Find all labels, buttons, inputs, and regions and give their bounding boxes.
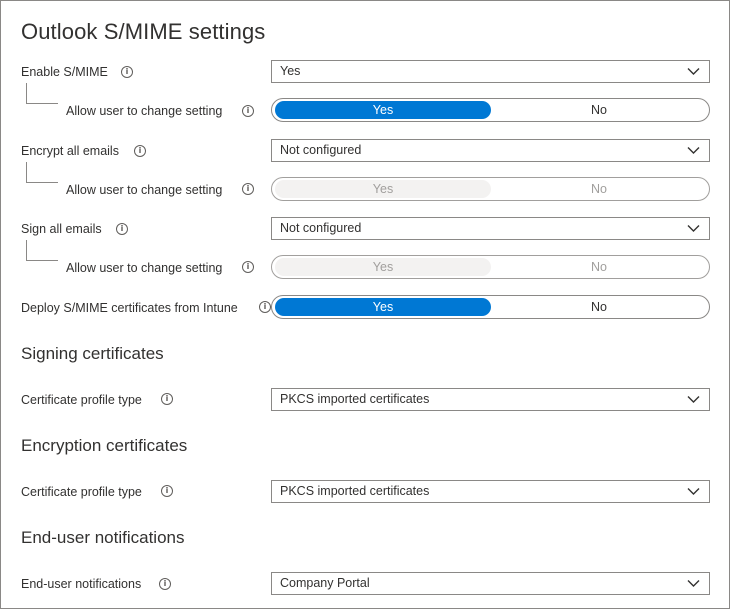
encryption-profile-label: Certificate profile type	[21, 485, 142, 499]
encrypt-all-dropdown[interactable]: Not configured	[271, 139, 710, 162]
deploy-certificates-toggle[interactable]: Yes No	[271, 295, 710, 319]
sign-all-value: Not configured	[280, 221, 362, 235]
info-icon[interactable]: i	[121, 66, 133, 78]
toggle-no-option: No	[591, 260, 607, 274]
deploy-certificates-label: Deploy S/MIME certificates from Intune	[21, 301, 238, 315]
toggle-yes-option[interactable]: Yes	[275, 101, 491, 119]
encrypt-allow-toggle: Yes No	[271, 177, 710, 201]
end-user-notifications-value: Company Portal	[280, 576, 370, 590]
sign-all-label: Sign all emails	[21, 222, 102, 236]
signing-certificates-heading: Signing certificates	[21, 344, 164, 363]
tree-connector	[26, 103, 58, 104]
enable-smime-label: Enable S/MIME	[21, 65, 108, 79]
settings-panel: Outlook S/MIME settings Enable S/MIME i …	[0, 0, 730, 609]
info-icon[interactable]: i	[259, 301, 271, 313]
info-icon[interactable]: i	[159, 578, 171, 590]
sign-all-dropdown[interactable]: Not configured	[271, 217, 710, 240]
tree-connector	[26, 260, 58, 261]
chevron-down-icon	[687, 225, 700, 232]
chevron-down-icon	[687, 488, 700, 495]
chevron-down-icon	[687, 68, 700, 75]
enable-allow-label: Allow user to change setting	[66, 104, 223, 118]
encryption-certificates-heading: Encryption certificates	[21, 436, 188, 455]
page-title: Outlook S/MIME settings	[21, 19, 266, 44]
tree-connector	[26, 162, 27, 182]
chevron-down-icon	[687, 396, 700, 403]
sign-allow-toggle: Yes No	[271, 255, 710, 279]
info-icon[interactable]: i	[242, 105, 254, 117]
encrypt-all-value: Not configured	[280, 143, 362, 157]
end-user-notifications-dropdown[interactable]: Company Portal	[271, 572, 710, 595]
info-icon[interactable]: i	[161, 485, 173, 497]
encryption-profile-dropdown[interactable]: PKCS imported certificates	[271, 480, 710, 503]
tree-connector	[26, 240, 27, 260]
toggle-yes-option: Yes	[275, 258, 491, 276]
info-icon[interactable]: i	[242, 261, 254, 273]
info-icon[interactable]: i	[134, 145, 146, 157]
toggle-yes-option[interactable]: Yes	[275, 298, 491, 316]
toggle-no-option: No	[591, 182, 607, 196]
tree-connector	[26, 83, 27, 103]
toggle-yes-option: Yes	[275, 180, 491, 198]
signing-profile-value: PKCS imported certificates	[280, 392, 430, 406]
signing-profile-dropdown[interactable]: PKCS imported certificates	[271, 388, 710, 411]
info-icon[interactable]: i	[116, 223, 128, 235]
toggle-no-option[interactable]: No	[491, 101, 707, 119]
encrypt-all-label: Encrypt all emails	[21, 144, 119, 158]
enable-smime-value: Yes	[280, 64, 301, 78]
enable-smime-dropdown[interactable]: Yes	[271, 60, 710, 83]
tree-connector	[26, 182, 58, 183]
toggle-no-option[interactable]: No	[491, 298, 707, 316]
encrypt-allow-label: Allow user to change setting	[66, 183, 223, 197]
chevron-down-icon	[687, 147, 700, 154]
end-user-notifications-heading: End-user notifications	[21, 528, 185, 547]
encryption-profile-value: PKCS imported certificates	[280, 484, 430, 498]
end-user-notifications-label: End-user notifications	[21, 577, 142, 591]
info-icon[interactable]: i	[161, 393, 173, 405]
chevron-down-icon	[687, 580, 700, 587]
signing-profile-label: Certificate profile type	[21, 393, 142, 407]
info-icon[interactable]: i	[242, 183, 254, 195]
enable-allow-toggle[interactable]: Yes No	[271, 98, 710, 122]
sign-allow-label: Allow user to change setting	[66, 261, 223, 275]
